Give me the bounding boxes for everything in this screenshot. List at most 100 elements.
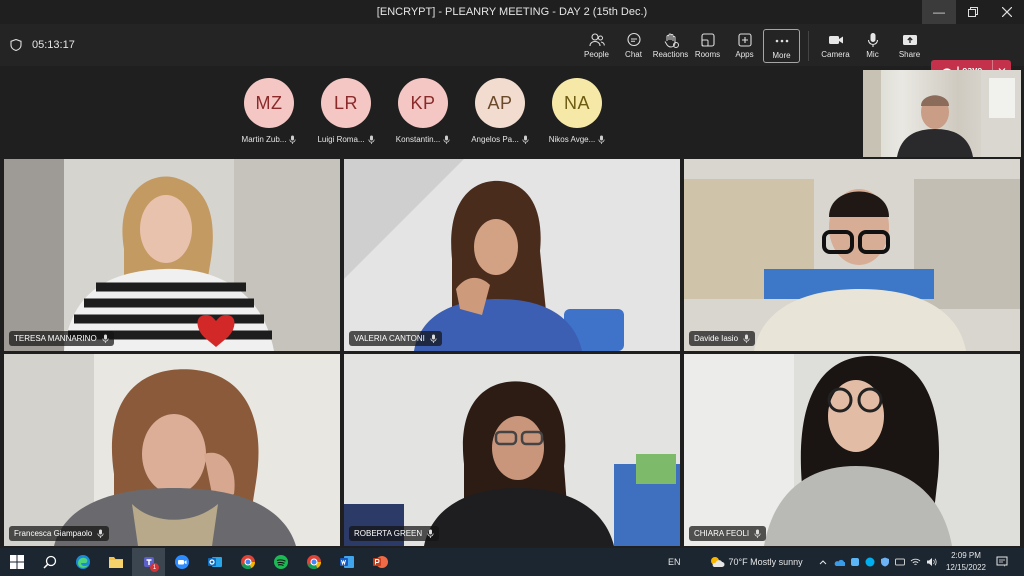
window-controls: — <box>922 0 1024 24</box>
participant-name: Nikos Avge... <box>548 135 596 144</box>
mic-icon <box>598 135 605 144</box>
powerpoint-icon <box>372 556 388 568</box>
participant-name: Francesca Giampaolo <box>14 529 93 538</box>
participant-strip: MZ Martin Zub... LR Luigi Roma... KP Konstant… <box>242 78 605 144</box>
participant-name: CHIARA FEOLI <box>694 529 750 538</box>
mic-icon <box>522 135 529 144</box>
volume-icon[interactable] <box>926 557 937 567</box>
video-tile[interactable]: CHIARA FEOLI <box>684 354 1020 546</box>
close-icon <box>1002 7 1012 17</box>
participant-item[interactable]: LR Luigi Roma... <box>317 78 375 144</box>
participant-name: Konstantin... <box>395 135 441 144</box>
more-button[interactable]: More <box>763 29 800 63</box>
participant-name: Martin Zub... <box>241 135 287 144</box>
clock-time: 2:09 PM <box>951 551 981 560</box>
video-tile[interactable]: TERESA MANNARINO <box>4 159 340 351</box>
self-video-image <box>863 70 1021 157</box>
chevron-up-icon[interactable] <box>819 559 827 565</box>
security-icon[interactable] <box>850 557 860 567</box>
taskbar-powerpoint[interactable] <box>363 548 396 576</box>
close-button[interactable] <box>990 0 1024 24</box>
participant-item[interactable]: KP Konstantin... <box>396 78 450 144</box>
participant-item[interactable]: NA Nikos Avge... <box>548 78 605 144</box>
chat-icon <box>626 32 642 48</box>
taskbar-zoom[interactable] <box>165 548 198 576</box>
spotify-icon <box>273 555 288 569</box>
camera-button[interactable]: Camera <box>817 29 854 63</box>
video-nametag: Francesca Giampaolo <box>9 526 110 541</box>
participant-name: Davide Iasio <box>694 334 739 343</box>
wifi-icon[interactable] <box>910 557 921 567</box>
defender-shield-icon[interactable] <box>880 557 890 567</box>
people-label: People <box>584 50 609 59</box>
windows-logo-icon <box>9 555 24 569</box>
apps-icon <box>737 32 753 48</box>
video-nametag: CHIARA FEOLI <box>689 526 767 541</box>
participant-name: Luigi Roma... <box>317 135 365 144</box>
rooms-button[interactable]: Rooms <box>689 29 726 63</box>
restore-button[interactable] <box>956 0 990 24</box>
teams-badge: 1 <box>150 563 159 572</box>
participant-item[interactable]: MZ Martin Zub... <box>242 78 297 144</box>
hand-icon <box>663 32 679 48</box>
rooms-label: Rooms <box>694 50 721 59</box>
language-indicator[interactable]: EN <box>668 557 681 567</box>
taskbar-clock[interactable]: 2:09 PM 12/15/2022 <box>945 550 987 574</box>
video-tile[interactable]: VALERIA CANTONI <box>344 159 680 351</box>
mic-icon <box>97 529 104 538</box>
camera-icon <box>828 32 844 48</box>
video-tile[interactable]: Francesca Giampaolo <box>4 354 340 546</box>
participant-video-image <box>4 159 340 351</box>
taskbar-chrome[interactable] <box>231 548 264 576</box>
video-nametag: TERESA MANNARINO <box>9 331 114 346</box>
participant-video-image <box>684 354 1020 546</box>
system-tray: EN 70°F Mostly sunny <box>668 548 937 576</box>
share-button[interactable]: Share <box>891 29 928 63</box>
participant-name-row: Angelos Pa... <box>471 135 529 144</box>
search-button[interactable] <box>33 548 66 576</box>
weather-text[interactable]: 70°F Mostly sunny <box>729 557 803 567</box>
people-button[interactable]: People <box>578 29 615 63</box>
outlook-icon <box>207 557 222 567</box>
video-tile[interactable]: Davide Iasio <box>684 159 1020 351</box>
chat-button[interactable]: Chat <box>615 29 652 63</box>
toolbar-divider <box>808 31 809 61</box>
participant-item[interactable]: AP Angelos Pa... <box>471 78 529 144</box>
participant-name: TERESA MANNARINO <box>14 334 97 343</box>
taskbar-edge[interactable] <box>66 548 99 576</box>
apps-button[interactable]: Apps <box>726 29 763 63</box>
avatar: AP <box>475 78 525 128</box>
taskbar-outlook[interactable] <box>198 548 231 576</box>
reactions-button[interactable]: Reactions <box>652 29 689 63</box>
meeting-timer: 05:13:17 <box>32 39 75 51</box>
keyboard-icon[interactable] <box>894 557 905 567</box>
minimize-button[interactable]: — <box>922 0 956 24</box>
share-label: Share <box>898 50 921 59</box>
video-tile[interactable]: ROBERTA GREEN <box>344 354 680 546</box>
start-button[interactable] <box>0 548 33 576</box>
taskbar-spotify[interactable] <box>264 548 297 576</box>
taskbar-teams[interactable]: 1 <box>132 548 165 576</box>
taskbar-chrome-profile[interactable] <box>297 548 330 576</box>
word-icon <box>339 556 354 568</box>
notifications-button[interactable] <box>996 555 1008 573</box>
ellipsis-icon <box>774 33 790 49</box>
mic-icon <box>865 32 881 48</box>
participant-name-row: Konstantin... <box>396 135 450 144</box>
mic-icon <box>754 529 761 538</box>
skype-icon[interactable] <box>865 557 875 567</box>
video-nametag: Davide Iasio <box>689 331 756 346</box>
participant-video-image <box>344 159 680 351</box>
mic-icon <box>743 334 750 343</box>
onedrive-icon[interactable] <box>833 557 845 567</box>
restore-icon <box>968 7 978 17</box>
mic-button[interactable]: Mic <box>854 29 891 63</box>
people-icon <box>588 32 605 48</box>
participant-name-row: Luigi Roma... <box>317 135 375 144</box>
self-video-preview[interactable] <box>863 70 1021 157</box>
shield-icon <box>10 39 22 51</box>
taskbar-word[interactable] <box>330 548 363 576</box>
apps-label: Apps <box>735 50 754 59</box>
participant-name-row: Martin Zub... <box>242 135 297 144</box>
taskbar-file-explorer[interactable] <box>99 548 132 576</box>
